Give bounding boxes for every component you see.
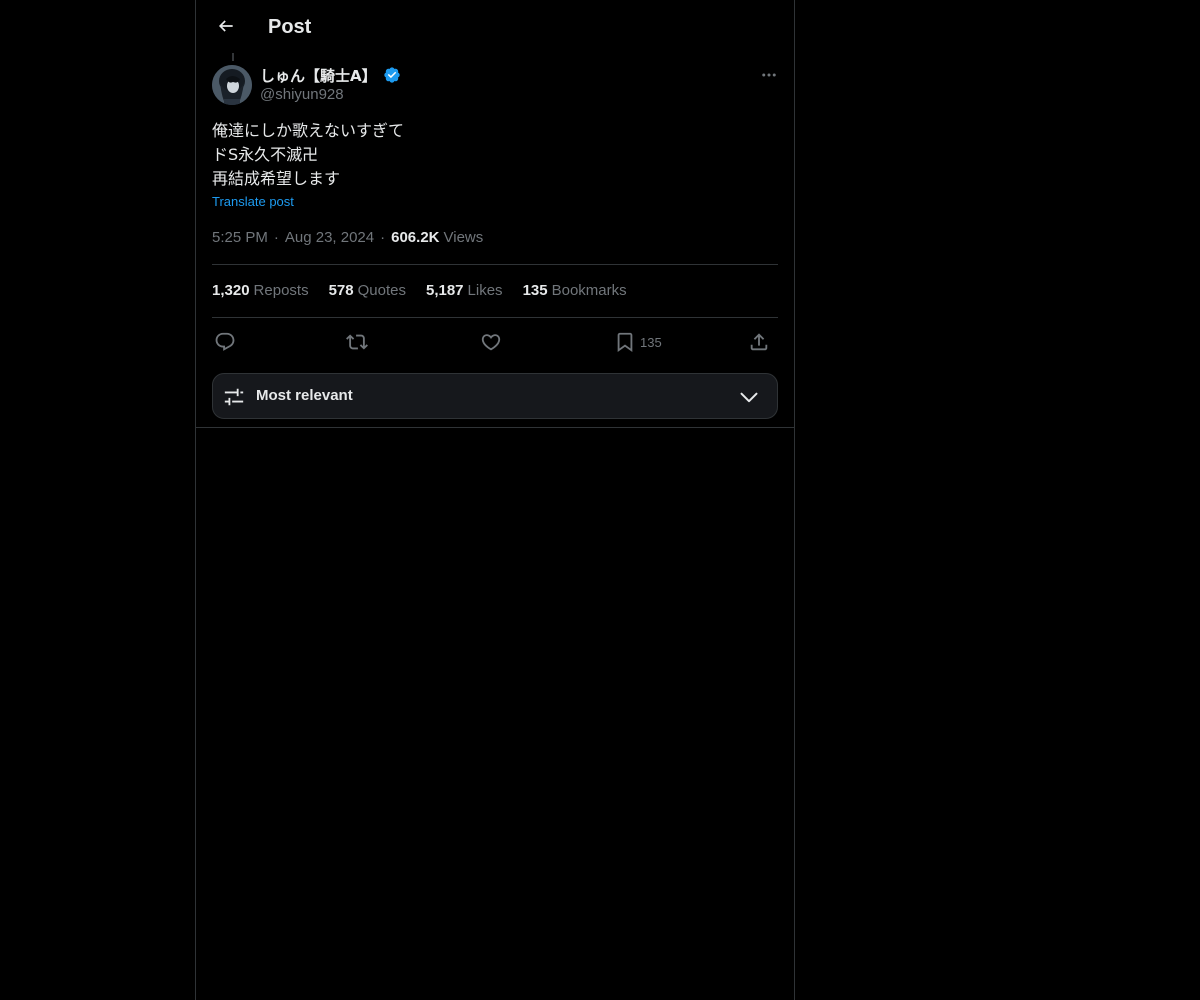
author-name-row[interactable]: しゅん【騎士A】 (260, 64, 401, 86)
verified-badge-icon[interactable] (383, 66, 401, 84)
views-count: 606.2K (391, 229, 440, 246)
bookmarks-stat[interactable]: 135 Bookmarks (523, 282, 627, 299)
reply-sort-dropdown[interactable]: Most relevant (212, 373, 778, 419)
divider (212, 317, 778, 318)
reposts-count: 1,320 (212, 282, 250, 299)
repost-icon (346, 334, 368, 350)
bookmarks-label: Bookmarks (551, 282, 627, 299)
engagement-stats: 1,320 Reposts 578 Quotes 5,187 Likes 135 Boo… (212, 282, 647, 299)
arrow-left-icon (218, 20, 233, 32)
post-meta: 5:25 PM · Aug 23, 2024 · 606.2K Views (212, 229, 483, 246)
page-title: Post (268, 16, 312, 38)
chevron-down-icon (740, 392, 758, 403)
bookmarks-count: 135 (522, 282, 548, 299)
reply-icon (215, 332, 235, 351)
translate-post-link[interactable]: Translate post (212, 194, 294, 209)
action-bar: 135 (212, 326, 778, 358)
author-handle[interactable]: @shiyun928 (260, 86, 344, 103)
reposts-label: Reposts (253, 282, 309, 299)
quotes-label: Quotes (357, 282, 406, 299)
sliders-icon (224, 388, 244, 406)
quotes-stat[interactable]: 578 Quotes (329, 282, 406, 299)
sort-label: Most relevant (256, 387, 353, 404)
likes-count: 5,187 (425, 282, 464, 299)
likes-stat[interactable]: 5,187 Likes (426, 282, 503, 299)
quotes-count: 578 (328, 282, 354, 299)
avatar-image (212, 65, 252, 105)
reply-button[interactable] (214, 330, 236, 354)
post-time[interactable]: 5:25 PM (212, 229, 268, 246)
post-text-line: 俺達にしか歌えないすぎて (212, 121, 405, 140)
post-text-line: ドS永久不滅卍 (212, 145, 319, 164)
views-label: Views (443, 229, 484, 246)
thread-connector (232, 53, 234, 61)
more-options-button[interactable] (756, 62, 782, 88)
post-text-line: 再結成希望します (212, 169, 341, 188)
more-horizontal-icon (762, 73, 776, 77)
share-icon (750, 333, 768, 351)
author-display-name[interactable]: しゅん【騎士A】 (260, 65, 377, 86)
divider (212, 264, 778, 265)
post-text: 俺達にしか歌えないすぎて ドS永久不滅卍 再結成希望します (212, 119, 778, 191)
back-button[interactable] (208, 8, 244, 44)
reposts-stat[interactable]: 1,320 Reposts (212, 282, 309, 299)
bookmark-icon (617, 332, 633, 353)
repost-button[interactable] (346, 330, 368, 354)
separator-dot: · (273, 229, 279, 246)
heart-icon (481, 334, 501, 351)
bookmark-count: 135 (640, 334, 662, 350)
post-detail-column: Post しゅん【騎士A】 @shiyun928 俺達にしか歌えないすぎて ドS… (195, 0, 795, 1000)
share-button[interactable] (748, 330, 770, 354)
like-button[interactable] (480, 330, 502, 354)
avatar[interactable] (212, 65, 252, 105)
likes-label: Likes (467, 282, 503, 299)
divider (196, 427, 794, 428)
post-date[interactable]: Aug 23, 2024 (285, 229, 374, 246)
bookmark-button[interactable]: 135 (614, 330, 662, 354)
separator-dot: · (380, 229, 386, 246)
header: Post (196, 0, 794, 53)
